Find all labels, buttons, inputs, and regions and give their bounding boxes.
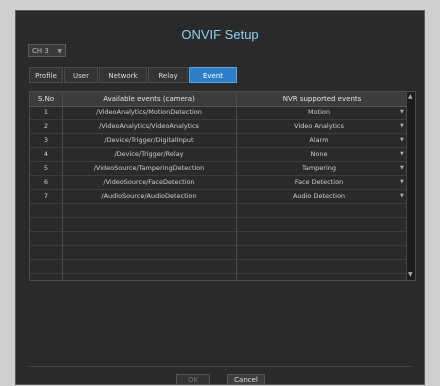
channel-value: CH 3: [32, 47, 49, 55]
tab-relay[interactable]: Relay: [148, 67, 188, 83]
dialog-title: ONVIF Setup: [181, 27, 259, 42]
column-divider: [62, 92, 63, 280]
table-row[interactable]: 3/Device/Trigger/DigitalInput Alarm ▼: [30, 134, 415, 148]
table-row[interactable]: 6/VideoSource/FaceDetection Face Detectio…: [30, 176, 415, 190]
table-row[interactable]: [30, 204, 415, 218]
ok-button[interactable]: OK: [176, 374, 210, 385]
table-scrollbar[interactable]: ▲ ▼: [406, 92, 415, 280]
column-divider: [236, 92, 237, 280]
cell-available-event: /VideoAnalytics/VideoAnalytics: [99, 122, 199, 130]
cell-sno: 4: [43, 150, 49, 158]
tab-event[interactable]: Event: [189, 67, 237, 83]
onvif-setup-dialog: ONVIF Setup CH 3 ▼ Profile User Network …: [15, 10, 425, 385]
cell-sno: 2: [43, 122, 49, 130]
cell-available-event: /VideoSource/TamperingDetection: [93, 164, 205, 172]
cell-nvr-event-select[interactable]: Motion: [236, 106, 402, 120]
table-row[interactable]: 2/VideoAnalytics/VideoAnalytics Video Ana…: [30, 120, 415, 134]
chevron-down-icon: ▼: [57, 48, 62, 55]
table-header: S.No Available events (camera) NVR suppo…: [30, 92, 415, 107]
cell-available-event: /VideoAnalytics/MotionDetection: [96, 108, 202, 116]
cancel-button[interactable]: Cancel: [227, 374, 265, 385]
tab-profile[interactable]: Profile: [29, 67, 63, 83]
cell-sno: 7: [43, 192, 49, 200]
cell-sno: 6: [43, 178, 49, 186]
chevron-down-icon[interactable]: ▼: [400, 179, 404, 185]
chevron-down-icon[interactable]: ▼: [400, 151, 404, 157]
header-nvr-events: NVR supported events: [282, 95, 362, 103]
cell-sno: 3: [43, 136, 49, 144]
cell-sno: 5: [43, 164, 49, 172]
cell-nvr-event-select[interactable]: Audio Detection: [236, 190, 402, 204]
header-available-events: Available events (camera): [103, 95, 195, 103]
cell-nvr-event-select[interactable]: Tampering: [236, 162, 402, 176]
cell-available-event: /Device/Trigger/DigitalInput: [104, 136, 194, 144]
cell-available-event: /VideoSource/FaceDetection: [103, 178, 195, 186]
scroll-up-icon[interactable]: ▲: [408, 94, 414, 100]
tab-network[interactable]: Network: [99, 67, 147, 83]
chevron-down-icon[interactable]: ▼: [400, 165, 404, 171]
table-row[interactable]: 5/VideoSource/TamperingDetection Tamperin…: [30, 162, 415, 176]
table-row[interactable]: [30, 260, 415, 274]
table-row[interactable]: 1/VideoAnalytics/MotionDetection Motion ▼: [30, 106, 415, 120]
cell-nvr-event-select[interactable]: Video Analytics: [236, 120, 402, 134]
table-row[interactable]: 4/Device/Trigger/Relay None ▼: [30, 148, 415, 162]
cell-available-event: /Device/Trigger/Relay: [114, 150, 184, 158]
table-row[interactable]: [30, 246, 415, 260]
cell-available-event: /AudioSource/AudioDetection: [101, 192, 197, 200]
tab-bar: Profile User Network Relay Event: [29, 67, 238, 83]
chevron-down-icon[interactable]: ▼: [400, 109, 404, 115]
cell-sno: 1: [43, 108, 49, 116]
events-table: S.No Available events (camera) NVR suppo…: [29, 91, 416, 281]
cell-nvr-event-select[interactable]: Alarm: [236, 134, 402, 148]
table-row[interactable]: [30, 218, 415, 232]
tab-user[interactable]: User: [64, 67, 98, 83]
chevron-down-icon[interactable]: ▼: [400, 193, 404, 199]
table-row[interactable]: [30, 232, 415, 246]
header-sno: S.No: [37, 95, 55, 103]
cell-nvr-event-select[interactable]: None: [236, 148, 402, 162]
table-row[interactable]: 7/AudioSource/AudioDetection Audio Detect…: [30, 190, 415, 204]
cell-nvr-event-select[interactable]: Face Detection: [236, 176, 402, 190]
chevron-down-icon[interactable]: ▼: [400, 123, 404, 129]
channel-select[interactable]: CH 3 ▼: [28, 44, 66, 57]
chevron-down-icon[interactable]: ▼: [400, 137, 404, 143]
footer-divider: [29, 366, 412, 367]
scroll-down-icon[interactable]: ▼: [408, 272, 414, 278]
